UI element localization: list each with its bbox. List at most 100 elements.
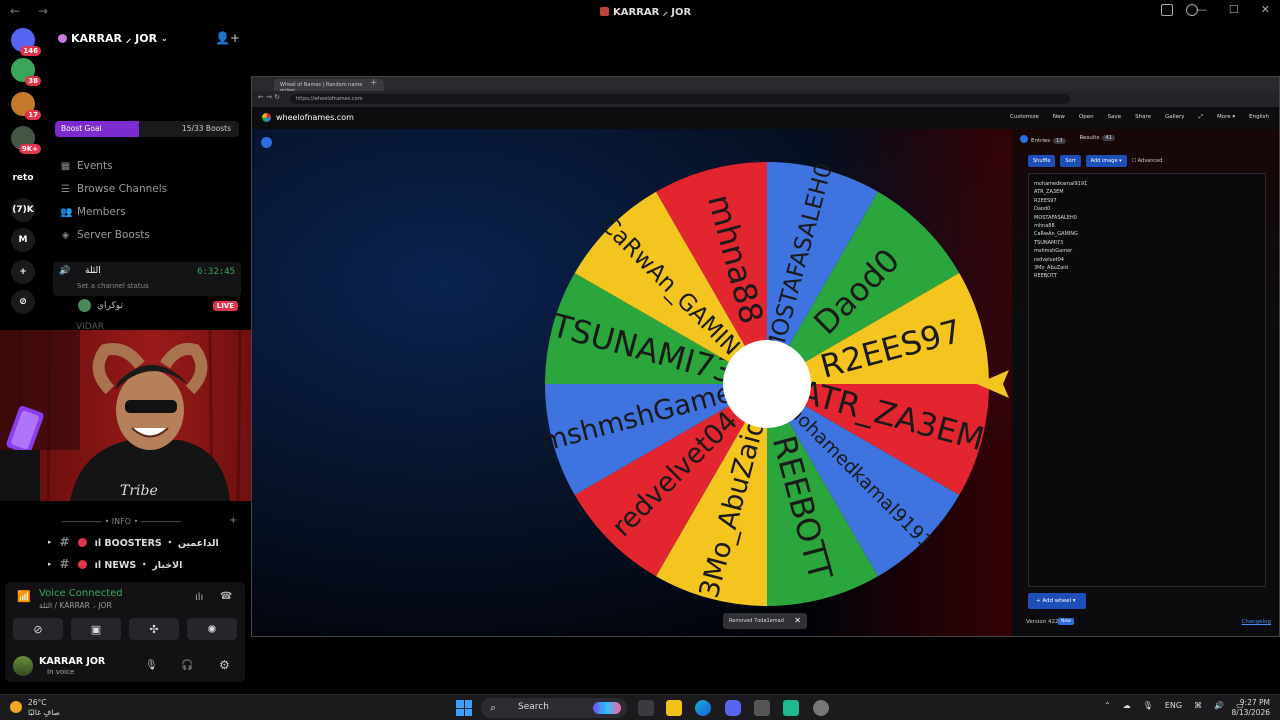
wheel[interactable]: MOSTAFASALEH0Daod0R2EES97ATR_ZA3EMmohame…	[542, 159, 1012, 609]
sidebar-item-members[interactable]: 👥 Members	[60, 206, 126, 218]
soundboard-button[interactable]: ✺	[187, 618, 237, 640]
shuffle-button[interactable]: Shuffle	[1028, 155, 1056, 167]
menu-language[interactable]: English	[1249, 114, 1269, 121]
server-icon[interactable]: 38	[11, 58, 41, 86]
network-icon[interactable]: ⌘	[1194, 701, 1202, 710]
server-icon[interactable]: ⊘	[11, 290, 35, 314]
changelog-link[interactable]: Changelog	[1242, 619, 1271, 625]
edit-icon[interactable]	[261, 137, 272, 148]
sidebar-item-label: Server Boosts	[77, 229, 150, 241]
language-indicator[interactable]: ENG	[1165, 701, 1182, 710]
maximize-button[interactable]: ☐	[1229, 3, 1239, 16]
hash-icon: #	[59, 557, 70, 571]
edge-icon[interactable]	[695, 700, 711, 716]
title-bar: ← → KARRAR ⸝ JOR — ☐ ✕	[0, 0, 1280, 22]
headphones-icon[interactable]: 🎧	[181, 660, 193, 671]
voice-channel[interactable]: 🔊 الثلة 6:32:45 Set a channel status	[53, 262, 241, 296]
back-button[interactable]: ←	[10, 4, 20, 18]
server-icon[interactable]: 146	[11, 28, 41, 56]
menu-more[interactable]: More ▾	[1217, 114, 1235, 121]
clock[interactable]: 9:27 PM 8/13/2026	[1232, 698, 1270, 718]
camera-off-button[interactable]: ⊘	[13, 618, 63, 640]
sidebar-item-server-boosts[interactable]: ◈ Server Boosts	[60, 229, 150, 241]
sidebar-item-events[interactable]: ▦ Events	[60, 160, 113, 172]
wheel-center-button[interactable]	[723, 340, 811, 428]
server-label: reto	[12, 173, 34, 183]
minimize-button[interactable]: —	[1196, 3, 1207, 16]
activities-button[interactable]: ✣	[129, 618, 179, 640]
microphone-icon[interactable]: 🎙	[145, 660, 158, 671]
close-toast-icon[interactable]: ✕	[794, 616, 801, 625]
tab-entries[interactable]: Entries 13	[1020, 135, 1066, 144]
avatar[interactable]	[13, 656, 33, 676]
channel-boosters[interactable]: ▸ # ıl BOOSTERS ・ الداعمين	[48, 535, 219, 549]
onedrive-icon[interactable]: ☁	[1123, 701, 1131, 710]
settings-gear-icon[interactable]: ⚙	[219, 658, 230, 672]
voice-connected-title[interactable]: Voice Connected	[39, 588, 123, 599]
entries-textarea[interactable]: mohamedkamal9191 ATR_ZA3EM R2EES97 Daod0 MOS…	[1028, 173, 1266, 587]
new-tab-icon[interactable]: +	[370, 78, 378, 88]
inbox-icon[interactable]	[1161, 4, 1173, 16]
screen: ← → KARRAR ⸝ JOR — ☐ ✕ 146 38 17 9K+ reto (7)…	[0, 0, 1280, 720]
nav-buttons: ← →	[10, 4, 62, 18]
voice-user[interactable]: توكراي	[78, 299, 123, 312]
add-wheel-button[interactable]: + Add wheel ▾	[1028, 593, 1086, 609]
server-icon[interactable]: M	[11, 228, 35, 252]
fullscreen-icon[interactable]: ⤢	[1199, 114, 1203, 121]
disconnect-icon[interactable]: ☎	[220, 591, 232, 602]
add-wheel-label: Add wheel	[1042, 598, 1072, 604]
mic-tray-icon[interactable]: 🎙	[1143, 701, 1153, 710]
file-explorer-icon[interactable]	[666, 700, 682, 716]
browser-tab[interactable]: Wheel of Names | Random name picker	[274, 79, 384, 94]
svg-text:Tribe: Tribe	[120, 483, 158, 499]
boost-goal-bar[interactable]: Boost Goal 15/33 Boosts	[55, 121, 239, 137]
start-button[interactable]	[456, 700, 472, 716]
close-button[interactable]: ✕	[1261, 3, 1270, 16]
volume-icon[interactable]: 🔊	[1214, 701, 1224, 710]
server-label: M	[18, 235, 28, 245]
add-image-button[interactable]: Add image ▾	[1085, 155, 1127, 167]
channel-status[interactable]: Set a channel status	[77, 282, 149, 290]
screen-share-button[interactable]: ▣	[71, 618, 121, 640]
app-green-icon[interactable]	[783, 700, 799, 716]
menu-open[interactable]: Open	[1079, 114, 1094, 121]
channel-news[interactable]: ▸ # ıl NEWS ・ الاخبار	[48, 557, 182, 571]
settings-icon[interactable]	[813, 700, 829, 716]
sort-button[interactable]: Sort	[1060, 155, 1081, 167]
advanced-checkbox[interactable]: ☐ Advanced	[1132, 155, 1163, 167]
forward-button[interactable]: →	[38, 4, 48, 18]
channel-dot-icon	[77, 537, 87, 547]
weather-widget[interactable]: 26°C صافٍ غالبًا	[10, 698, 60, 718]
tab-results[interactable]: Results 41	[1080, 135, 1115, 144]
screen-share-icon: ▣	[90, 622, 102, 636]
menu-save[interactable]: Save	[1108, 114, 1122, 121]
category-header[interactable]: ――――― • INFO • ―――――	[62, 517, 181, 526]
members-icon: 👥	[60, 206, 73, 218]
server-icon[interactable]: (7)K	[11, 198, 35, 222]
new-badge: New	[1058, 618, 1074, 625]
sidebar-item-browse-channels[interactable]: ☰ Browse Channels	[60, 183, 167, 195]
discord-icon[interactable]	[725, 700, 741, 716]
server-icon[interactable]: 9K+	[11, 126, 41, 154]
voice-user-name: توكراي	[97, 300, 123, 311]
task-view-icon[interactable]	[638, 700, 654, 716]
calculator-icon[interactable]	[754, 700, 770, 716]
guild-name[interactable]: KARRAR ⸝ JOR ⌄	[58, 31, 168, 46]
noise-suppression-icon[interactable]: ılı	[195, 592, 203, 603]
add-channel-icon[interactable]: +	[229, 515, 237, 526]
wheel-logo-icon	[262, 113, 271, 122]
add-member-icon[interactable]: 👤+	[215, 31, 240, 45]
taskbar-search[interactable]: ⌕ Search	[481, 698, 627, 718]
url-input[interactable]: https://wheelofnames.com	[290, 94, 1070, 104]
menu-new[interactable]: New	[1053, 114, 1065, 121]
server-icon[interactable]: reto	[11, 166, 35, 190]
clock-date: 8/13/2026	[1231, 708, 1270, 717]
site-logo[interactable]: wheelofnames.com	[262, 113, 354, 122]
menu-customize[interactable]: Customize	[1010, 114, 1039, 121]
server-icon[interactable]: +	[11, 260, 35, 284]
chevron-up-icon[interactable]: ⌃	[1104, 701, 1111, 710]
menu-gallery[interactable]: Gallery	[1165, 114, 1185, 121]
reload-icon[interactable]: ← → ↻	[258, 93, 280, 101]
menu-share[interactable]: Share	[1135, 114, 1151, 121]
server-icon[interactable]: 17	[11, 92, 41, 120]
